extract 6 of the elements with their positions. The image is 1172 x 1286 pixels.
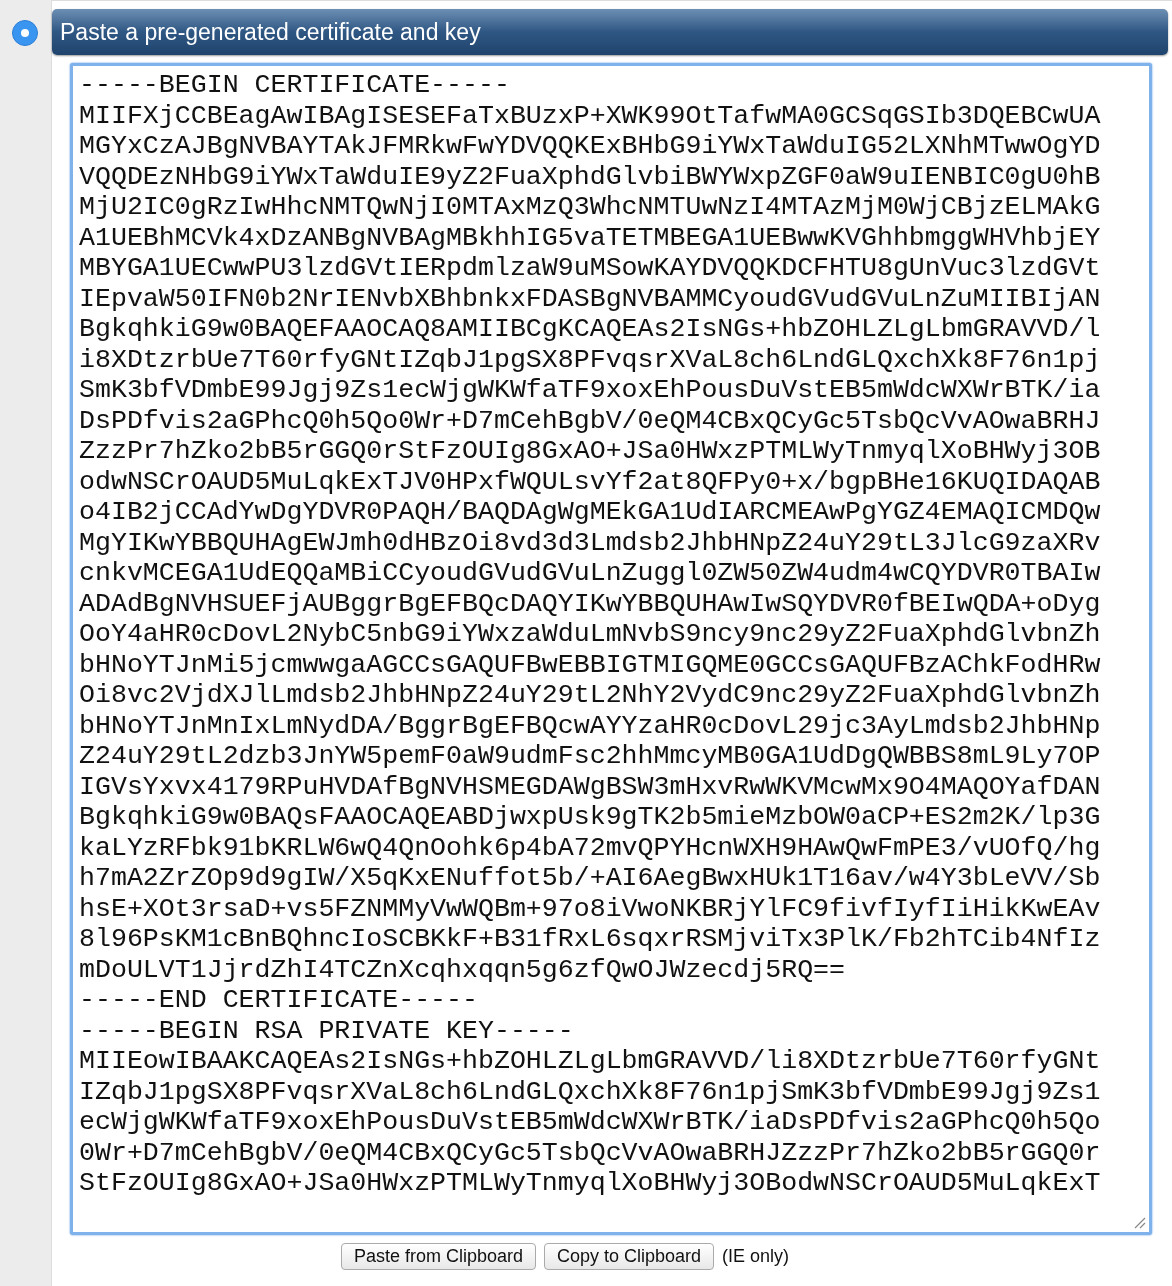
- clipboard-button[interactable]: Copy to Clipboard: [543, 1243, 715, 1270]
- clipboard-button[interactable]: Paste from Clipboard: [340, 1243, 536, 1270]
- option-header[interactable]: Paste a pre-generated certificate and key: [52, 9, 1168, 55]
- note-text: (IE only): [722, 1246, 790, 1267]
- certificate-text-field[interactable]: -----BEGIN CERTIFICATE----- MIIFXjCCBEagAwIBAgISESEFaTxBUzxP+XWK99OtTafwMA0GCSqGSIb3DQEBCwUA MGYxCzAJBgNVBAYTAkJFMRkwFwYDVQQKExBHbG9iYWxTaWduIG52LXNhMTwwOgYD VQQDEzNHbG9iYWxTaWduIE9yZ2FuaXphdGlvbiBWYWxpZGF0aW9uIENBIC0gU0hB MjU2IC0gRzIwHhcNMTQwNjI0MTAxMzQ3WhcNMTUwNzI4MTAzMjM0WjCBjzELMAkG A1UEBhMCVk4xDzANBgNVBAgMBkhhIG5vaTETMBEGA1UEBwwKVGhhbmggWHVhbjEY MBYGA1UECwwPU3lzdGVtIERpdmlzaW9uMSowKAYDVQQKDCFHTU8gUnVuc3lzdGVt IEpvaW50IFN0b2NrIENvbXBhbnkxFDASBgNVBAMMCyoudGVudGVuLnZuMIIBIjAN BgkqhkiG9w0BAQEFAAOCAQ8AMIIBCgKCAQEAs2IsNGs+hbZOHLZLgLbmGRAVVD/l i8XDtzrbUe7T60rfyGNtIZqbJ1pgSX8PFvqsrXVaL8ch6LndGLQxchXk8F76n1pj SmK3bfVDmbE99Jgj9Zs1ecWjgWKWfaTF9xoxEhPousDuVstEB5mWdcWXWrBTK/ia DsPDfvis2aGPhcQ0h5Qo0Wr+D7mCehBgbV/0eQM4CBxQCyGc5TsbQcVvAOwaBRHJ ZzzPr7hZko2bB5rGGQ0rStFzOUIg8GxAO+JSa0HWxzPTMLWyTnmyqlXoBHWyj3OB odwNSCrOAUD5MuLqkExTJV0HPxfWQULsvYf2at8QFPy0+x/bgpBHe16KUQIDAQAB o4IB2jCCAdYwDgYDVR0PAQH/BAQDAgWgMEkGA1UdIARCMEAwPgYGZ4EMAQICMDQw MgYIKwYBBQUHAgEWJmh0dHBzOi8vd3d3Lmdsb2JhbHNpZ24uY29tL3JlcG9zaXRv cnkvMCEGA1UdEQQaMBiCCyoudGVudGVuLnZuggl0ZW50ZW4udm4wCQYDVR0TBAIw ADAdBgNVHSUEFjAUBggrBgEFBQcDAQYIKwYBBQUHAwIwSQYDVR0fBEIwQDA+oDyg OoY4aHR0cDovL2NybC5nbG9iYWxzaWduLmNvbS9ncy9nc29yZ2FuaXphdGlvbnZh bHNoYTJnMi5jcmwwgaAGCCsGAQUFBwEBBIGTMIGQME0GCCsGAQUFBzAChkFodHRw Oi8vc2VjdXJlLmdsb2JhbHNpZ24uY29tL2NhY2VydC9nc29yZ2FuaXphdGlvbnZh bHNoYTJnMnIxLmNydDA/BggrBgEFBQcwAYYzaHR0cDovL29jc3AyLmdsb2JhbHNp Z24uY29tL2dzb3JnYW5pemF0aW9udmFsc2hhMmcyMB0GA1UdDgQWBBS8mL9Ly7OP IGVsYxvx4179RPuHVDAfBgNVHSMEGDAWgBSW3mHxvRwWKVMcwMx9O4MAQOYafDAN BgkqhkiG9w0BAQsFAAOCAQEABDjwxpUsk9gTK2b5mieMzbOW0aCP+ES2m2K/lp3G kaLYzRFbk91bKRLW6wQ4QnOohk6p4bA72mvQPYHcnWXH9HAwQwFmPE3/vUOfQ/hg h7mA2ZrZOp9d9gIW/X5qKxENuffot5b/+AI6AegBwxHUk1T16av/w4Y3bLeVV/Sb hsE+XOt3rsaD+vs5FZNMMyVwWQBm+97o8iVwoNKBRjYlFC9fivfIyfIiHikKwEAv 8l96PsKM1cBnBQhncIoSCBKkF+B31fRxL6sqxrRSMjviTx3PlK/Fb2hTCib4NfIz mDoULVT1JjrdZhI4TCZnXcqhxqqn5g6zfQwOJWzecdj5RQ== -----END CERTIFICATE----- -----BEGIN RSA PRIVATE KEY----- MIIEowIBAAKCAQEAs2IsNGs+hbZOHLZLgLbmGRAVVD/li8XDtzrbUe7T60rfyGNt IZqbJ1pgSX8PFvqsrXVaL8ch6LndGLQxchXk8F76n1pjSmK3bfVDmbE99Jgj9Zs1 ecWjgWKWfaTF9xoxEhPousDuVstEB5mWdcWXWrBTK/iaDsPDfvis2aGPhcQ0h5Qo 0Wr+D7mCehBgbV/0eQM4CBxQCyGc5TsbQcVvAOwaBRHJZzzPr7hZko2bB5rGGQ0r StFzOUIg8GxAO+JSa0HWxzPTMLWyTnmyqlXoBHWyj3OBodwNSCrOAUD5MuLqkExT: [70, 63, 1152, 1235]
- resize-grip-icon[interactable]: [1134, 1217, 1146, 1229]
